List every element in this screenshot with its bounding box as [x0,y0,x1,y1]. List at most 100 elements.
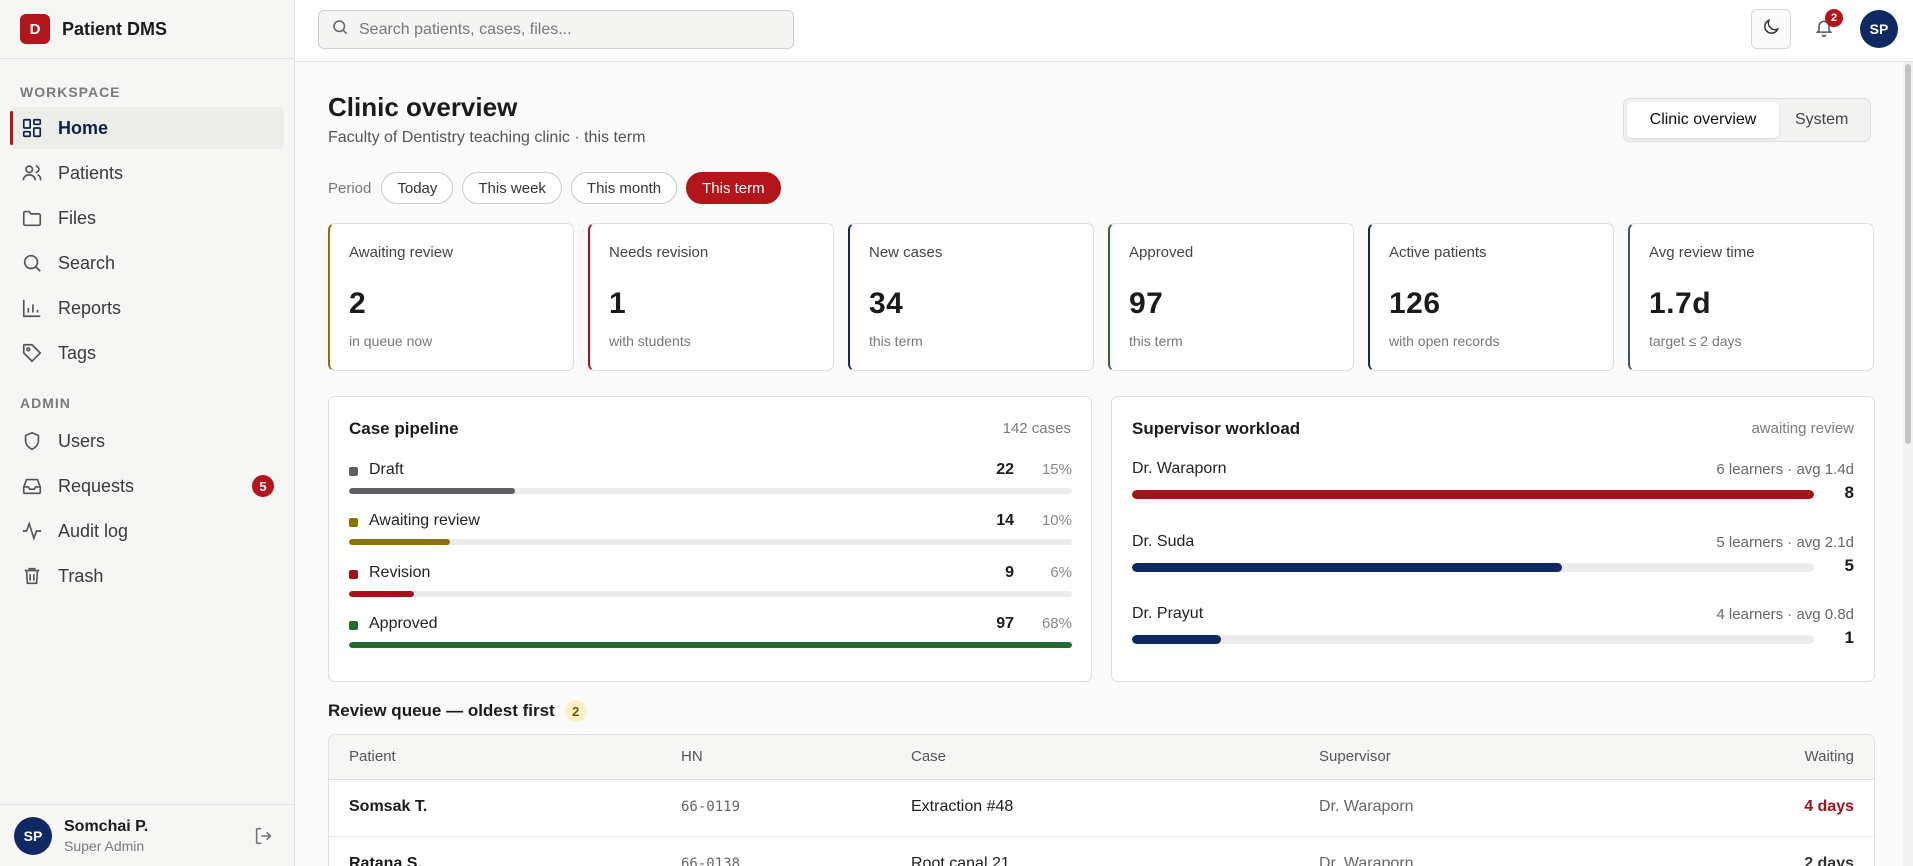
pipeline-stage-percent: 6% [1050,564,1072,581]
kpi-card-active-patients[interactable]: Active patients 126 with open records [1368,223,1614,371]
sidebar-item-patients[interactable]: Patients [10,152,284,194]
section-label-workspace: WORKSPACE [20,84,121,100]
supervisor-pending-count: 5 [1844,556,1854,575]
pipeline-row-awaiting-review[interactable]: Awaiting review 14 10% [349,512,1072,552]
supervisor-row[interactable]: Dr. Waraporn 6 learners · avg 1.4d 8 [1132,460,1854,522]
supervisor-name: Dr. Suda [1132,533,1195,550]
inbox-icon [20,474,44,498]
period-label: Period [328,179,372,197]
kpi-label: Needs revision [609,244,709,261]
supervisor-workload-card: Supervisor workload awaiting review Dr. … [1111,396,1875,682]
supervisor-meta: 5 learners · avg 2.1d [1716,534,1854,551]
progress-fill [349,539,451,545]
pipeline-stage-name: Revision [369,564,431,581]
avatar[interactable]: SP [14,816,52,855]
activity-icon [20,519,44,543]
cell-supervisor: Dr. Waraporn [1319,798,1414,815]
card-title: Case pipeline [349,419,459,438]
kpi-label: Avg review time [1649,244,1755,261]
card-meta: 142 cases [1002,420,1071,437]
sidebar-item-reports[interactable]: Reports [10,287,284,329]
sidebar-item-label: Trash [58,565,104,586]
scrollbar[interactable] [1903,62,1913,866]
supervisor-row[interactable]: Dr. Suda 5 learners · avg 2.1d 5 [1132,533,1854,595]
kpi-sub: in queue now [349,333,433,349]
folder-icon [20,206,44,230]
pipeline-row-approved[interactable]: Approved 97 68% [349,615,1072,655]
kpi-value: 1 [609,287,627,320]
kpi-card-approved[interactable]: Approved 97 this term [1108,223,1354,371]
kpi-sub: with students [609,333,691,349]
column-header-patient[interactable]: Patient [349,748,396,765]
bar-chart-icon [20,296,44,320]
pipeline-stage-count: 22 [996,461,1014,478]
period-chip-this-term[interactable]: This term [686,172,781,204]
column-header-case[interactable]: Case [911,748,946,765]
pipeline-stage-percent: 10% [1041,512,1072,529]
sidebar-item-search[interactable]: Search [10,242,284,284]
sidebar-item-label: Requests [58,475,135,496]
period-chip-this-week[interactable]: This week [462,172,562,204]
sidebar-item-label: Files [58,207,97,228]
section-label-admin: ADMIN [20,395,71,411]
pipeline-stage-name: Draft [369,461,404,478]
sidebar-item-files[interactable]: Files [10,197,284,239]
column-header-hn[interactable]: HN [681,748,703,765]
view-toggle: Clinic overview System [1623,98,1871,142]
legend-swatch [349,467,358,476]
topbar: 2 SP [295,0,1913,62]
cell-patient: Ratana S. [349,855,422,866]
kpi-card-new-cases[interactable]: New cases 34 this term [848,223,1094,371]
theme-toggle-button[interactable] [1751,9,1791,49]
kpi-label: Approved [1129,244,1194,261]
brand[interactable]: D Patient DMS [0,0,294,58]
avatar[interactable]: SP [1860,10,1898,48]
cell-case: Extraction #48 [911,798,1014,815]
pipeline-row-draft[interactable]: Draft 22 15% [349,461,1072,501]
period-chip-today[interactable]: Today [381,172,454,204]
supervisor-meta: 6 learners · avg 1.4d [1716,461,1854,478]
kpi-cards: Awaiting review 2 in queue now Needs rev… [328,223,1874,371]
workload-fill [1132,635,1221,644]
kpi-card-awaiting-review[interactable]: Awaiting review 2 in queue now [328,223,574,371]
requests-count-badge: 5 [252,475,274,497]
sidebar-item-users[interactable]: Users [10,420,284,462]
kpi-card-needs-revision[interactable]: Needs revision 1 with students [588,223,834,371]
logout-icon[interactable] [253,825,275,852]
workload-fill [1132,490,1814,499]
table-row[interactable]: Ratana S. 66-0138 Root canal 21 Dr. Wara… [329,837,1874,866]
cell-supervisor: Dr. Waraporn [1319,855,1414,866]
cell-waiting: 4 days [1804,798,1854,815]
progress-track [349,488,1072,494]
cell-patient: Somsak T. [349,798,428,815]
table-row[interactable]: Somsak T. 66-0119 Extraction #48 Dr. War… [329,780,1874,837]
sidebar-item-tags[interactable]: Tags [10,332,284,374]
kpi-sub: this term [1129,333,1183,349]
search-input[interactable] [359,20,779,39]
sidebar: D Patient DMS WORKSPACE Home Patients Fi… [0,0,295,866]
workload-fill [1132,563,1562,572]
kpi-sub: this term [869,333,923,349]
pipeline-row-revision[interactable]: Revision 9 6% [349,564,1072,604]
scrollbar-thumb[interactable] [1905,64,1911,444]
workload-track [1132,490,1814,499]
column-header-supervisor[interactable]: Supervisor [1319,748,1391,765]
supervisor-row[interactable]: Dr. Prayut 4 learners · avg 0.8d 1 [1132,605,1854,667]
period-chip-this-month[interactable]: This month [570,172,678,204]
view-option-system[interactable]: System [1779,102,1864,138]
cell-hn: 66-0119 [681,799,741,815]
sidebar-item-label: Patients [58,162,124,183]
global-search[interactable] [318,10,794,49]
notifications-button[interactable]: 2 [1807,9,1843,47]
kpi-card-avg-review-time[interactable]: Avg review time 1.7d target ≤ 2 days [1628,223,1874,371]
moon-icon [1761,17,1781,42]
tag-icon [20,341,44,365]
view-option-clinic-overview[interactable]: Clinic overview [1627,102,1779,138]
sidebar-item-requests[interactable]: Requests 5 [10,465,284,507]
sidebar-item-home[interactable]: Home [10,107,284,149]
sidebar-item-label: Users [58,430,106,451]
sidebar-item-audit-log[interactable]: Audit log [10,510,284,552]
sidebar-item-trash[interactable]: Trash [10,555,284,597]
sidebar-item-label: Reports [58,297,122,318]
column-header-waiting[interactable]: Waiting [1805,748,1854,765]
